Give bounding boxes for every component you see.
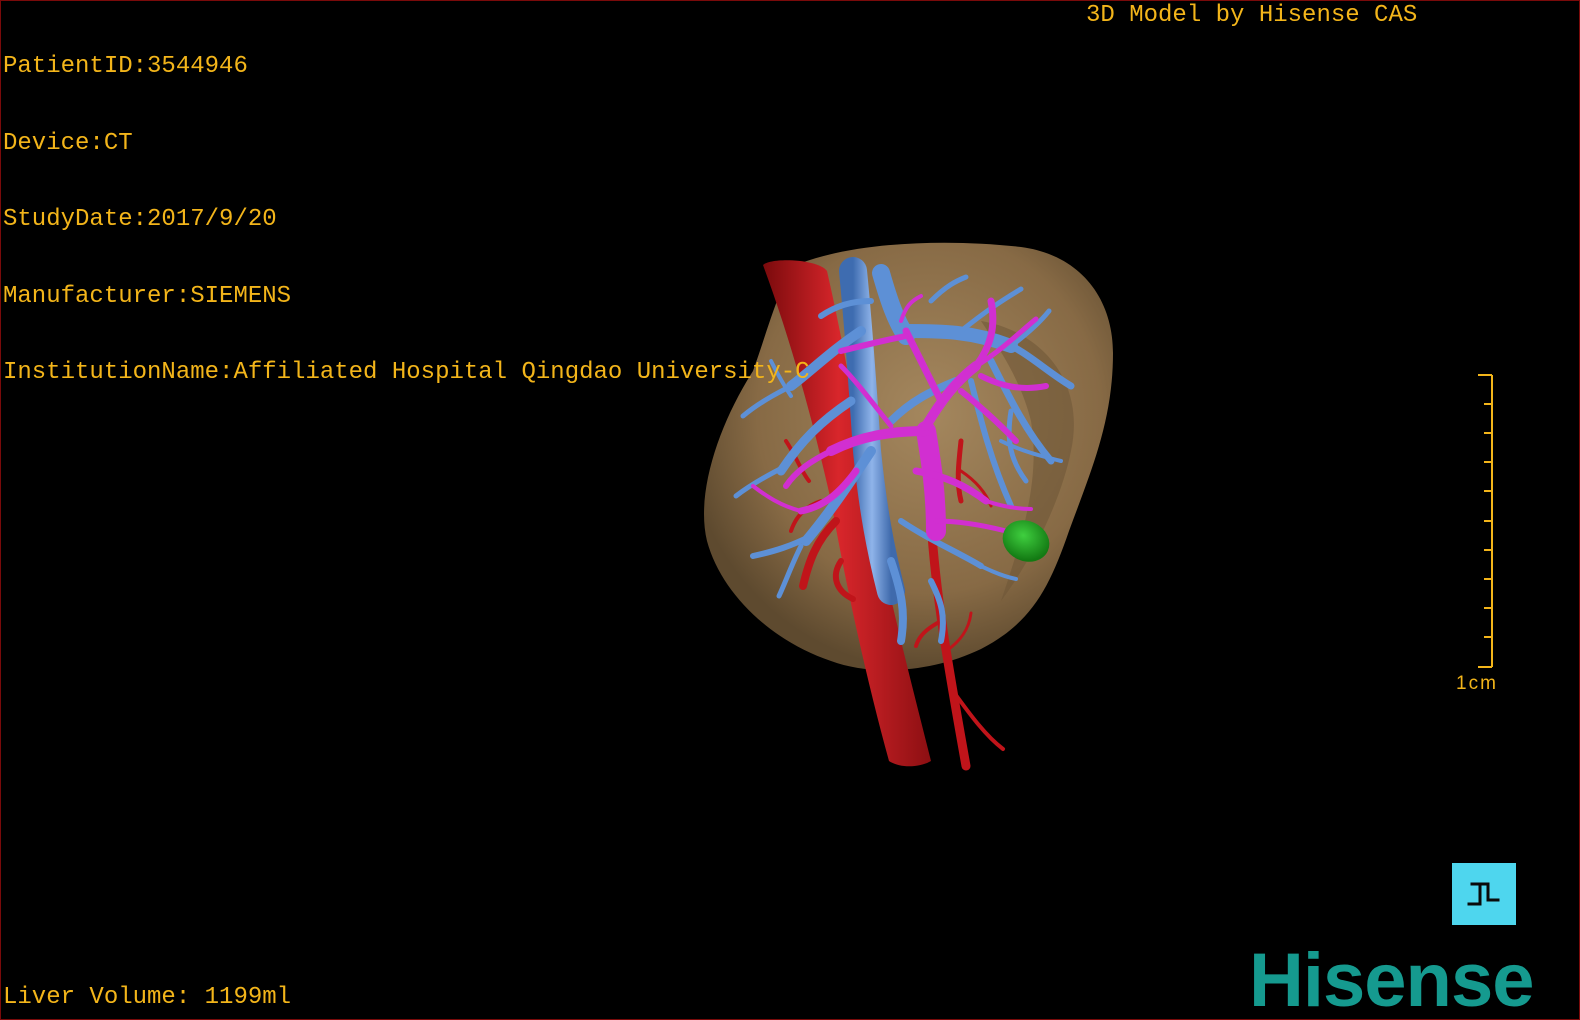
3d-viewport[interactable]: PatientID:3544946 Device:CT StudyDate:20… [0,0,1580,1020]
institution-name: InstitutionName:Affiliated Hospital Qing… [3,359,810,386]
hisense-logo: Hisense [1249,938,1534,1020]
liver-volume: Liver Volume: 1199ml [3,984,292,1011]
study-date: StudyDate:2017/9/20 [3,206,277,233]
model-credit: 3D Model by Hisense CAS [1086,2,1418,29]
manufacturer: Manufacturer:SIEMENS [3,282,292,310]
scale-bar [1478,374,1493,668]
scale-bar-label: 1cm [1456,673,1498,694]
study-info-panel: PatientID:3544946 Device:CT StudyDate:20… [3,3,810,437]
orientation-cube-button[interactable] [1452,863,1516,925]
orientation-cube-icon [1467,882,1500,906]
patient-id: PatientID:3544946 [3,53,248,80]
device: Device:CT [3,129,133,157]
